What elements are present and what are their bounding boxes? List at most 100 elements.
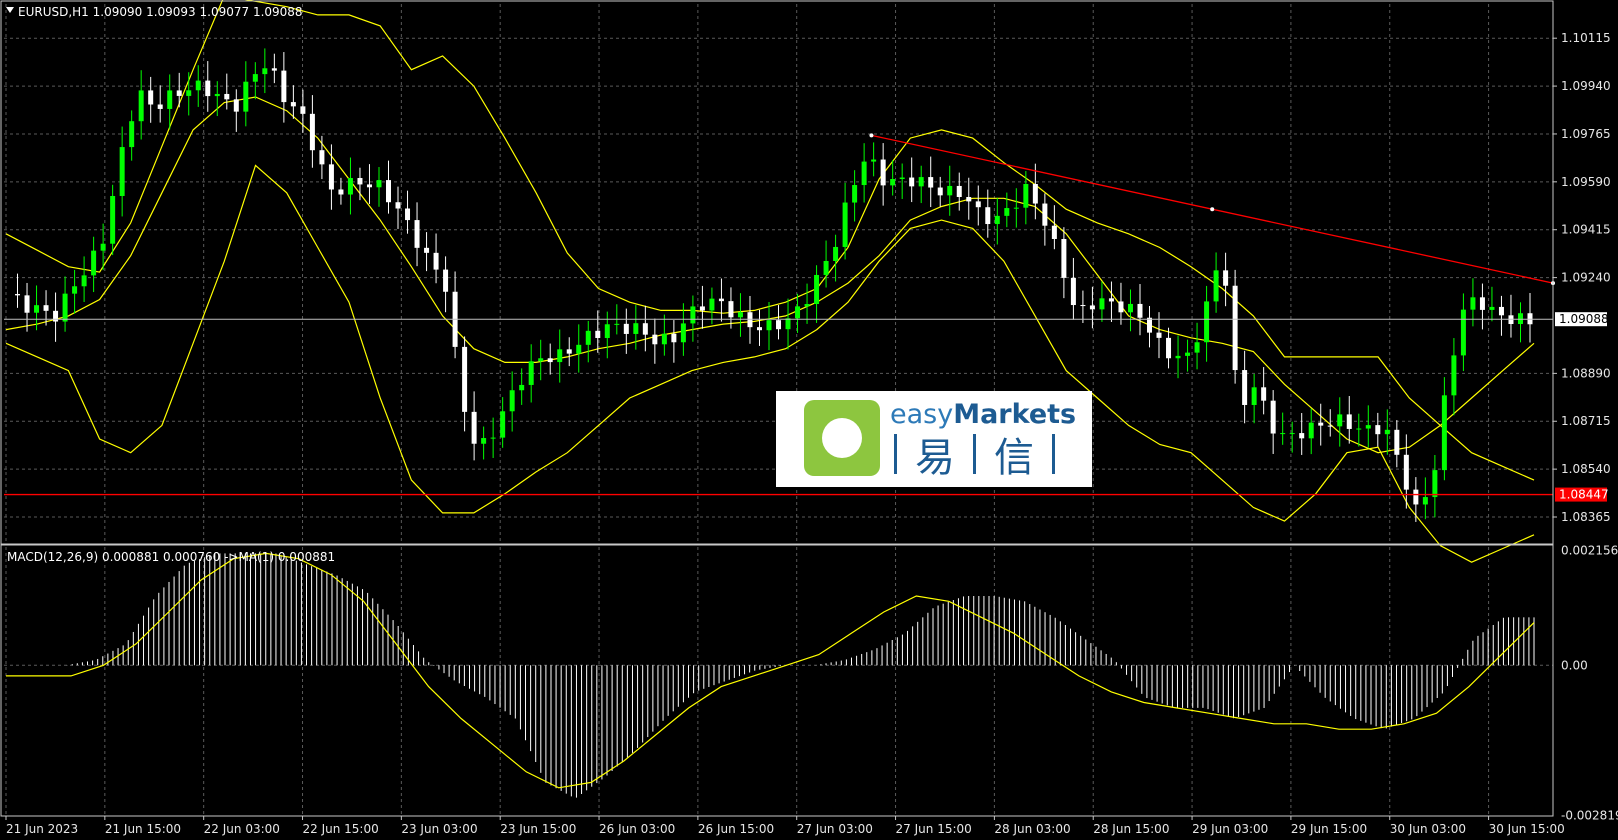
x-tick-label: 29 Jun 03:00 — [1192, 822, 1268, 836]
candle-body — [1080, 305, 1086, 307]
dropdown-triangle-icon[interactable] — [6, 7, 14, 13]
candle-body — [1432, 470, 1438, 498]
candle-body — [899, 177, 905, 180]
price-tick-label: 1.09940 — [1561, 79, 1611, 93]
candle-body — [110, 195, 116, 244]
candle-body — [1004, 208, 1010, 216]
candle-body — [1299, 433, 1305, 439]
candle-body — [1175, 355, 1181, 359]
macd-header: MACD(12,26,9) 0.000881 0.000760 ->MA(1) … — [7, 550, 335, 564]
candle-body — [1413, 489, 1419, 505]
candle-body — [1223, 270, 1229, 286]
price-tick-label: 1.09590 — [1561, 175, 1611, 189]
candle-body — [671, 333, 677, 343]
candle-body — [347, 178, 353, 195]
candle-body — [1089, 305, 1095, 310]
candle-body — [157, 104, 163, 109]
candle-body — [1251, 387, 1257, 405]
candle-body — [880, 159, 886, 186]
candle-body — [129, 121, 135, 148]
candle-body — [538, 358, 544, 362]
logo-mark-icon — [804, 400, 880, 476]
candle-body — [728, 301, 734, 318]
candle-body — [918, 177, 924, 187]
candle-body — [576, 344, 582, 354]
x-tick-label: 28 Jun 03:00 — [994, 822, 1070, 836]
candle-body — [214, 93, 220, 97]
price-tick-label: 1.08540 — [1561, 462, 1611, 476]
candle-body — [405, 208, 411, 221]
candle-body — [1118, 301, 1124, 313]
candle-body — [376, 180, 382, 188]
candle-body — [785, 318, 791, 330]
macd-tick-label: -0.002819 — [1561, 808, 1618, 822]
candle-body — [595, 330, 601, 339]
bollinger-upper — [5, 0, 1535, 481]
candle-body — [985, 207, 991, 225]
candle-body — [1032, 183, 1038, 204]
candle-body — [699, 306, 705, 311]
candle-body — [1451, 355, 1457, 396]
candle-body — [1042, 203, 1048, 226]
candle-body — [462, 346, 468, 412]
candle-body — [43, 305, 49, 311]
x-tick-label: 21 Jun 2023 — [6, 822, 78, 836]
candle-body — [262, 68, 268, 75]
bollinger-middle — [5, 96, 1535, 454]
candle-body — [766, 320, 772, 331]
candle-body — [966, 197, 972, 202]
x-tick-label: 30 Jun 03:00 — [1390, 822, 1466, 836]
candle-body — [680, 323, 686, 343]
x-tick-label: 23 Jun 15:00 — [500, 822, 576, 836]
candle-body — [928, 177, 934, 188]
candle-body — [281, 70, 287, 103]
candle-body — [328, 164, 334, 190]
candle-body — [300, 106, 306, 114]
candle-body — [585, 330, 591, 345]
candle-body — [547, 358, 553, 363]
candle-body — [1061, 238, 1067, 278]
candle-body — [1327, 425, 1333, 427]
x-tick-label: 22 Jun 03:00 — [204, 822, 280, 836]
candle-body — [186, 90, 192, 96]
candle-body — [994, 215, 1000, 225]
candle-body — [709, 298, 715, 311]
candle-body — [604, 324, 610, 339]
candle-body — [890, 179, 896, 186]
candle-body — [81, 275, 87, 287]
candle-body — [566, 349, 572, 354]
candle-body — [62, 293, 68, 322]
candle-body — [319, 150, 325, 165]
candle-body — [1070, 277, 1076, 306]
candle-body — [433, 252, 439, 270]
candle-body — [528, 361, 534, 385]
candle-body — [1403, 454, 1409, 490]
candle-body — [1460, 309, 1466, 356]
candle-body — [1365, 425, 1371, 429]
candle-body — [138, 90, 144, 122]
candle-body — [642, 323, 648, 335]
candle-body — [842, 202, 848, 247]
macd-tick-label: 0.002156 — [1561, 543, 1618, 557]
candle-body — [756, 327, 762, 331]
candle-body — [652, 334, 658, 345]
candle-body — [557, 349, 563, 363]
candle-body — [205, 80, 211, 97]
candle-body — [443, 269, 449, 292]
x-tick-label: 21 Jun 15:00 — [105, 822, 181, 836]
candle-body — [1023, 183, 1029, 208]
candle-body — [861, 161, 867, 186]
candle-body — [195, 80, 201, 91]
current-price-label: 1.09088 — [1559, 312, 1609, 326]
candle-body — [614, 323, 620, 325]
x-tick-label: 22 Jun 15:00 — [303, 822, 379, 836]
candle-body — [481, 438, 487, 444]
candle-body — [1147, 317, 1152, 333]
candle-body — [947, 185, 953, 196]
candle-body — [776, 320, 782, 330]
candle-body — [1489, 306, 1495, 310]
candle-body — [519, 384, 525, 391]
candle-body — [1356, 428, 1362, 430]
bollinger-bands — [5, 0, 1535, 563]
candle-body — [119, 147, 125, 196]
